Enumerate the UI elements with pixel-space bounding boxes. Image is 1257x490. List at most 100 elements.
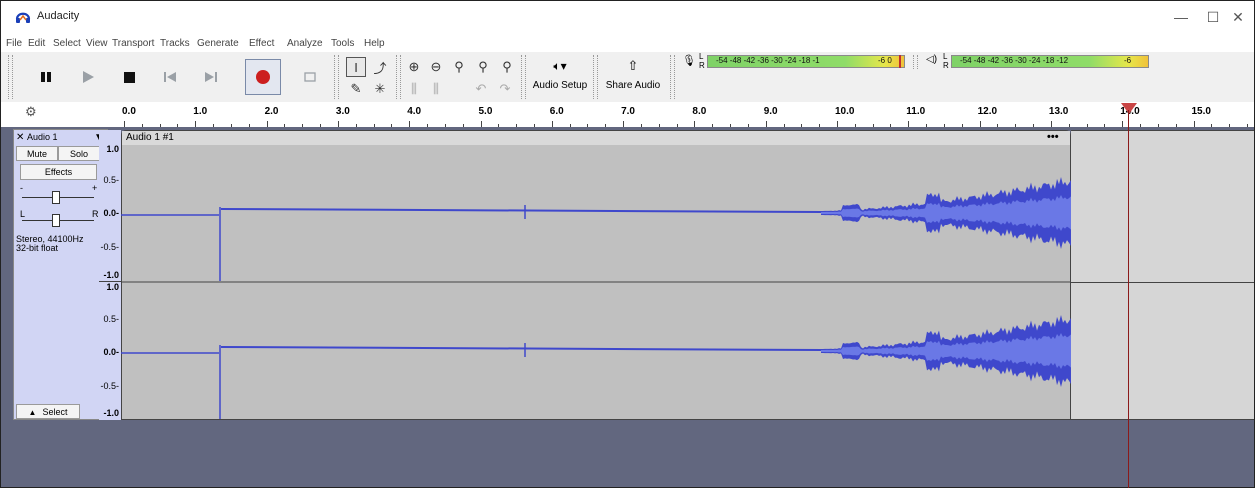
menu-help[interactable]: Help (364, 38, 385, 49)
skip-to-start-button[interactable] (155, 58, 185, 96)
gain-plus-label: + (92, 183, 98, 193)
gain-slider-thumb[interactable] (52, 191, 60, 204)
pause-button[interactable] (31, 58, 61, 96)
ruler-tick-label: 5.0 (478, 106, 493, 117)
selection-tool-icon[interactable]: I (346, 57, 366, 77)
track-format-info: Stereo, 44100Hz 32-bit float (16, 235, 84, 253)
microphone-icon[interactable]: 🎙︎ (682, 54, 696, 67)
menu-transport[interactable]: Transport (112, 38, 154, 49)
effects-button[interactable]: Effects (20, 164, 97, 180)
trim-outside-icon[interactable]: ⫼ (404, 79, 424, 99)
ruler-tick-label: 11.0 (906, 106, 926, 117)
fit-project-icon[interactable]: ⚲ (473, 57, 493, 77)
menu-edit[interactable]: Edit (28, 38, 45, 49)
vscale-label: -1.0 (103, 270, 119, 280)
clip-name[interactable]: Audio 1 #1 (126, 132, 174, 143)
close-button[interactable]: ✕ (1223, 3, 1253, 31)
pan-slider-thumb[interactable] (52, 214, 60, 227)
pan-right-label: R (92, 209, 99, 219)
rec-meter-peak (899, 55, 901, 68)
mute-button[interactable]: Mute (16, 146, 58, 161)
multi-tool-icon[interactable]: ✳ (370, 79, 390, 99)
waveform-left-channel (121, 177, 1071, 281)
timeline-ruler[interactable]: ⚙ 0.0 1.0 2.0 3.0 4.0 5.0 6.0 7.0 8.0 9.0 10.0 11.0… (1, 102, 1254, 128)
waveform-segment (220, 208, 822, 213)
play-meter-channel-r: R (943, 61, 949, 70)
toolbar-grip[interactable] (8, 55, 13, 99)
track-name[interactable]: Audio 1 (27, 132, 58, 142)
playhead-marker-icon[interactable] (1121, 103, 1137, 115)
speaker-icon: 🔈︎▾ (553, 59, 567, 73)
pan-left-label: L (20, 209, 26, 219)
gain-minus-label: - (20, 183, 23, 193)
menu-tools[interactable]: Tools (331, 38, 354, 49)
select-button[interactable]: ▲ Select (16, 404, 80, 419)
menu-effect[interactable]: Effect (249, 38, 274, 49)
audio-setup-label: Audio Setup (532, 80, 588, 91)
menu-view[interactable]: View (86, 38, 108, 49)
track-format-depth: 32-bit float (16, 243, 59, 253)
share-icon: ⇧ (627, 58, 639, 73)
window-title: Audacity (37, 10, 80, 22)
silence-selection-icon[interactable]: ⫼ (426, 79, 446, 99)
toolbar-grip[interactable] (521, 55, 526, 99)
envelope-tool-icon[interactable]: ⤴ (370, 57, 390, 77)
collapse-track-icon[interactable]: ▲ (29, 408, 37, 417)
menu-file[interactable]: File (6, 38, 22, 49)
zoom-in-icon[interactable]: ⊕ (404, 57, 424, 77)
clip-header[interactable] (122, 131, 1070, 145)
menu-analyze[interactable]: Analyze (287, 38, 323, 49)
track-close-icon[interactable]: ✕ (16, 132, 24, 143)
menu-generate[interactable]: Generate (197, 38, 239, 49)
rec-meter-channel-r: R (699, 61, 705, 70)
vertical-amplitude-scale[interactable]: 1.0 0.5- 0.0- -0.5- -1.0 1.0 0.5- 0.0- -… (99, 130, 121, 420)
vscale-label: 0.0- (103, 347, 119, 357)
menu-tracks[interactable]: Tracks (160, 38, 190, 49)
toolbar-grip[interactable] (670, 55, 675, 99)
toolbar-grip[interactable] (396, 55, 401, 99)
share-audio-button[interactable]: ⇧ Share Audio (601, 56, 665, 100)
rec-meter-scale: -54 -48 -42 -36 -30 -24 -18 -1 (716, 56, 820, 65)
play-meter-channel-l: L (943, 52, 948, 61)
empty-track-region[interactable] (1071, 130, 1254, 420)
ruler-tick-label: 4.0 (407, 106, 422, 117)
track-control-panel: ✕ Audio 1 ▼ Mute Solo Effects - + L R St… (13, 129, 108, 420)
loop-button[interactable] (295, 58, 325, 96)
toolbar-grip[interactable] (334, 55, 339, 99)
stop-icon (123, 71, 135, 83)
toolbar: I ⤴ ✎ ✳ ⊕ ⊖ ⚲ ⚲ ⚲ ⫼ ⫼ ↶ ↷ 🔈︎▾ Audio Setu… (1, 52, 1254, 103)
rec-meter-scale-end: -6 0 (878, 56, 892, 65)
solo-button[interactable]: Solo (58, 146, 100, 161)
audio-setup-button[interactable]: 🔈︎▾ Audio Setup (531, 56, 589, 100)
zoom-toggle-icon[interactable]: ⚲ (497, 57, 517, 77)
ruler-tick-label: 8.0 (692, 106, 707, 117)
loop-icon (304, 72, 316, 82)
fit-selection-icon[interactable]: ⚲ (449, 57, 469, 77)
record-button[interactable] (245, 59, 281, 95)
draw-tool-icon[interactable]: ✎ (346, 79, 366, 99)
menu-select[interactable]: Select (53, 38, 81, 49)
play-button[interactable] (73, 58, 103, 96)
undo-icon[interactable]: ↶ (471, 79, 491, 99)
clip-menu-icon[interactable]: ••• (1047, 131, 1059, 143)
zoom-out-icon[interactable]: ⊖ (426, 57, 446, 77)
playback-speaker-icon[interactable]: ◁) (926, 54, 937, 65)
waveform-right-channel (121, 315, 1071, 419)
playback-meter[interactable]: -54 -48 -42 -36 -30 -24 -18 -12 -6 (951, 55, 1149, 68)
vscale-top-label: 1.0 (106, 144, 119, 154)
timeline-options-gear-icon[interactable]: ⚙ (25, 104, 37, 120)
stop-button[interactable] (114, 58, 144, 96)
audacity-logo-icon (15, 12, 31, 23)
redo-icon[interactable]: ↷ (495, 79, 515, 99)
skip-to-end-button[interactable] (196, 58, 226, 96)
ruler-tick-label: 12.0 (977, 106, 998, 117)
skip-end-icon (205, 72, 217, 82)
recording-meter[interactable]: -54 -48 -42 -36 -30 -24 -18 -1 -6 0 (707, 55, 905, 68)
ruler-tick-label: 13.0 (1048, 106, 1069, 117)
waveform[interactable] (121, 145, 1071, 420)
minimize-button[interactable]: — (1163, 3, 1199, 31)
toolbar-grip[interactable] (913, 55, 918, 69)
vscale-label: -0.5- (100, 381, 119, 391)
toolbar-grip[interactable] (593, 55, 598, 99)
ruler-tick-label: 10.0 (835, 106, 855, 117)
